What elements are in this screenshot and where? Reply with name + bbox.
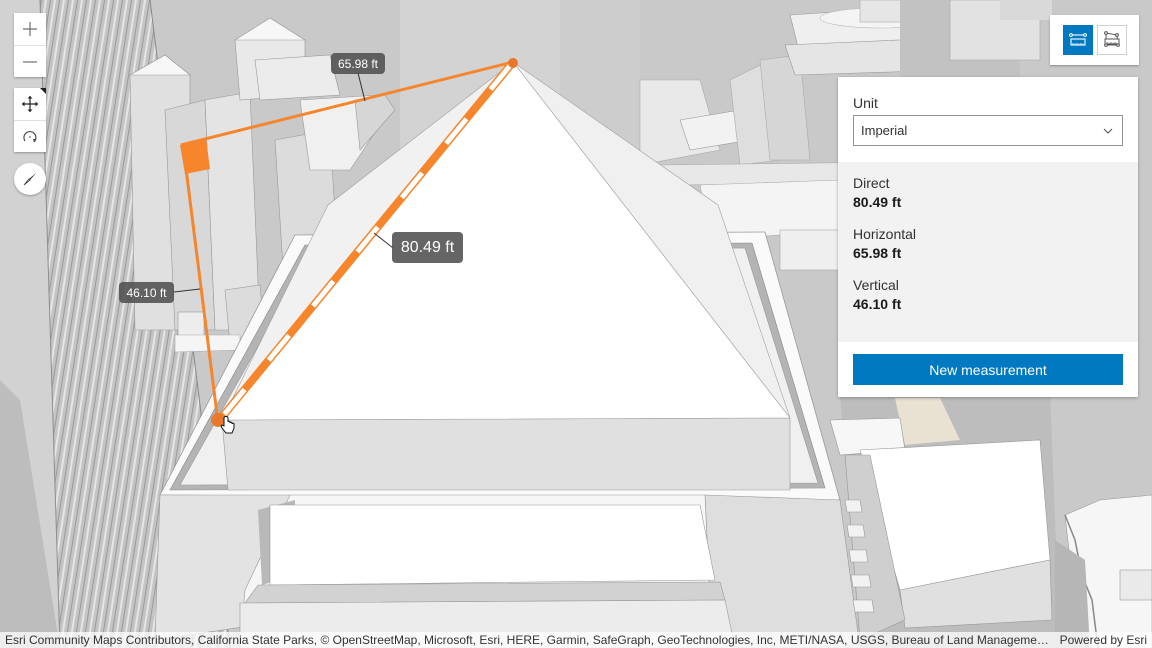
result-horizontal: Horizontal 65.98 ft [853, 225, 1123, 264]
attribution-text[interactable]: Esri Community Maps Contributors, Califo… [5, 633, 1048, 647]
unit-select[interactable]: Imperial [853, 115, 1123, 146]
rotate-icon [23, 130, 37, 142]
pan-mode-button[interactable] [14, 88, 46, 120]
result-vertical: Vertical 46.10 ft [853, 276, 1123, 315]
unit-section: Unit Imperial [838, 77, 1138, 162]
area-measure-icon [1103, 31, 1120, 47]
powered-by-esri-link[interactable]: Powered by Esri [1048, 633, 1147, 647]
zoom-in-button[interactable] [14, 13, 46, 45]
panel-actions: New measurement [838, 342, 1138, 385]
active-corner-indicator [40, 88, 46, 94]
plus-icon [23, 22, 37, 36]
minus-icon [23, 60, 37, 63]
unit-label: Unit [853, 95, 878, 111]
navigation-mode-toggle [14, 88, 46, 152]
compass-needle-icon [23, 173, 36, 186]
chevron-down-icon [1103, 128, 1113, 134]
right-angle-marker [180, 139, 210, 174]
result-direct: Direct 80.49 ft [853, 174, 1123, 213]
direct-line-measurement-button[interactable] [1062, 25, 1093, 55]
result-label: Direct [853, 175, 890, 191]
area-measurement-button[interactable] [1096, 25, 1127, 55]
unit-select-value: Imperial [861, 123, 908, 138]
direct-line-measurement-panel: Unit Imperial Direct 80.49 ft Horizontal… [838, 77, 1138, 397]
rotate-mode-button[interactable] [14, 120, 46, 152]
result-label: Vertical [853, 277, 899, 293]
line-measure-icon [1068, 33, 1087, 46]
result-value: 80.49 ft [853, 194, 902, 210]
attribution-bar: Esri Community Maps Contributors, Califo… [0, 632, 1152, 648]
new-measurement-button[interactable]: New measurement [853, 354, 1123, 385]
measurement-results: Direct 80.49 ft Horizontal 65.98 ft Vert… [838, 162, 1138, 342]
horizontal-distance-label: 65.98 ft [331, 53, 385, 74]
result-value: 46.10 ft [853, 296, 902, 312]
compass-button[interactable] [14, 163, 46, 195]
zoom-controls [14, 13, 46, 77]
direct-distance-label: 80.49 ft [392, 232, 463, 263]
pan-move-icon [22, 96, 38, 112]
measure-end-point[interactable] [508, 58, 518, 68]
result-label: Horizontal [853, 226, 917, 242]
measurement-tool-switcher [1050, 15, 1139, 65]
result-value: 65.98 ft [853, 245, 902, 261]
vertical-distance-label: 46.10 ft [119, 282, 174, 303]
zoom-out-button[interactable] [14, 45, 46, 77]
